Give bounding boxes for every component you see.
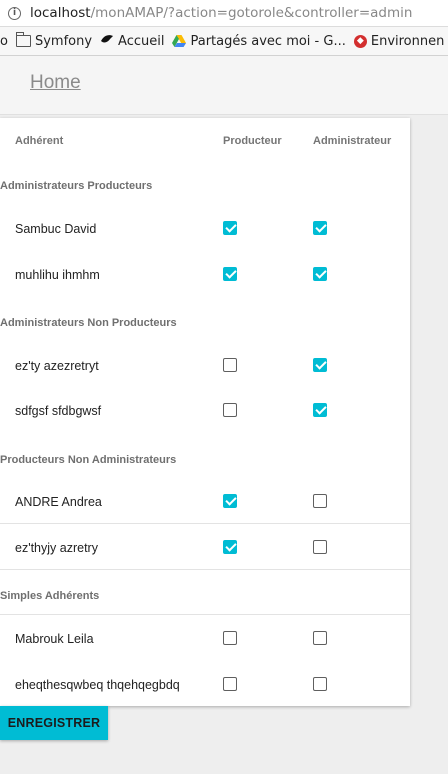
bookmark-partages-label: Partagés avec moi - G... [190, 33, 346, 49]
bookmark-symfony-label: Symfony [34, 33, 93, 49]
member-name: ANDRE Andrea [15, 495, 102, 509]
section-title: Producteurs Non Administrateurs [0, 454, 177, 466]
admin-checkbox[interactable] [313, 494, 327, 508]
member-name: Sambuc David [15, 222, 97, 236]
url-host: localhost [30, 5, 91, 21]
info-icon[interactable]: i [8, 6, 21, 20]
bookmark-environnement-label: Environnen [370, 33, 445, 49]
table-row: ez'thyjy azretry [0, 539, 410, 557]
member-name: ez'ty azezretryt [15, 359, 99, 373]
admin-checkbox[interactable] [313, 267, 327, 281]
folder-icon [15, 32, 31, 47]
producer-checkbox[interactable] [223, 221, 237, 235]
bookmark-partial[interactable]: o [0, 34, 8, 49]
member-name: muhlihu ihmhm [15, 268, 100, 282]
bookmark-environnement[interactable]: ◆ Environnen [353, 33, 445, 49]
url-path: /monAMAP/?action=gotorole&controller=adm… [90, 5, 413, 21]
save-button[interactable]: ENREGISTRER [0, 706, 108, 740]
row-divider [0, 569, 410, 570]
bookmark-accueil-label: Accueil [118, 33, 165, 49]
admin-checkbox[interactable] [313, 631, 327, 645]
row-divider [0, 523, 410, 524]
admin-checkbox[interactable] [313, 403, 327, 417]
member-name: ez'thyjy azretry [15, 541, 98, 555]
table-row: Mabrouk Leila [0, 630, 410, 648]
app-bar: Home [0, 56, 448, 115]
bookmark-partial-label: o [0, 33, 8, 49]
member-name: sdfgsf sfdbgwsf [15, 404, 102, 418]
roles-table-card: Adhérent Producteur Administrateur Admin… [0, 118, 410, 706]
producer-checkbox[interactable] [223, 494, 237, 508]
environment-icon: ◆ [353, 34, 367, 48]
row-divider [0, 614, 410, 615]
producer-checkbox[interactable] [223, 403, 237, 417]
producer-checkbox[interactable] [223, 267, 237, 281]
section-title: Simples Adhérents [0, 590, 100, 602]
google-drive-icon [172, 35, 187, 47]
admin-checkbox[interactable] [313, 677, 327, 691]
table-row: sdfgsf sfdbgwsf [0, 402, 410, 420]
column-header-admin: Administrateur [313, 135, 392, 147]
producer-checkbox[interactable] [223, 358, 237, 372]
section-title: Administrateurs Non Producteurs [0, 317, 177, 329]
producer-checkbox[interactable] [223, 540, 237, 554]
producer-checkbox[interactable] [223, 677, 237, 691]
table-row: muhlihu ihmhm [0, 266, 410, 284]
table-row: ez'ty azezretryt [0, 357, 410, 375]
home-link[interactable]: Home [30, 72, 81, 94]
member-name: Mabrouk Leila [15, 632, 94, 646]
bookmark-symfony[interactable]: Symfony [15, 32, 93, 49]
member-name: eheqthesqwbeq thqehqegbdq [15, 678, 180, 692]
url-text[interactable]: localhost/monAMAP/?action=gotorole&contr… [30, 5, 412, 21]
admin-checkbox[interactable] [313, 358, 327, 372]
admin-checkbox[interactable] [313, 540, 327, 554]
column-header-member: Adhérent [15, 135, 64, 147]
address-bar[interactable]: i localhost/monAMAP/?action=gotorole&con… [0, 0, 448, 27]
section-title: Administrateurs Producteurs [0, 180, 153, 192]
table-row: Sambuc David [0, 220, 410, 238]
bookmark-accueil[interactable]: Accueil [100, 33, 164, 49]
table-row: ANDRE Andrea [0, 493, 410, 511]
bookmarks-bar: o Symfony Accueil Partagés avec moi - G.… [0, 27, 448, 56]
bookmark-partages[interactable]: Partagés avec moi - G... [172, 33, 346, 49]
admin-checkbox[interactable] [313, 221, 327, 235]
producer-checkbox[interactable] [223, 631, 237, 645]
bird-icon [100, 33, 114, 49]
column-header-producer: Producteur [223, 135, 282, 147]
table-row: eheqthesqwbeq thqehqegbdq [0, 676, 410, 694]
